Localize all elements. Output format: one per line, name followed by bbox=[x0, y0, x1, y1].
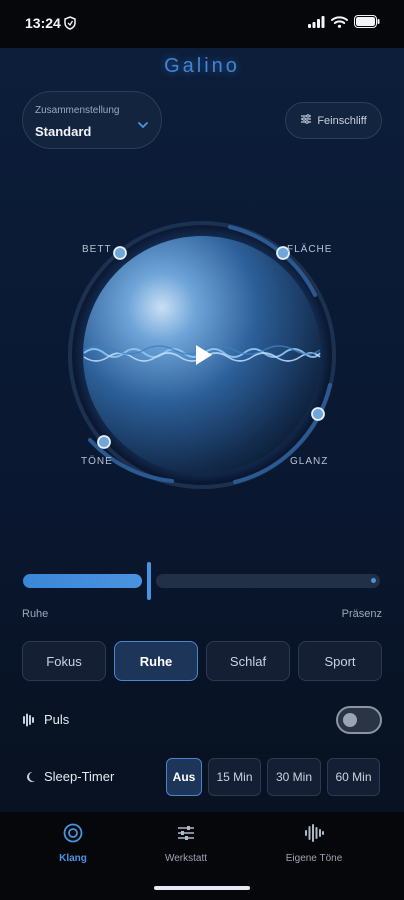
handle-glanz[interactable] bbox=[311, 407, 325, 421]
status-time: 13:24 bbox=[25, 15, 61, 31]
mode-button-ruhe[interactable]: Ruhe bbox=[114, 641, 198, 681]
mode-button-schlaf[interactable]: Schlaf bbox=[206, 641, 290, 681]
signal-icon bbox=[308, 15, 325, 33]
app-screen: 13:24 Galino Zusammenstellung Standard F… bbox=[0, 0, 404, 900]
nav-item-werkstatt[interactable]: Werkstatt bbox=[126, 822, 246, 872]
nav-item-eigene-toene[interactable]: Eigene Töne bbox=[254, 822, 374, 872]
preset-select[interactable]: Zusammenstellung Standard bbox=[22, 91, 162, 149]
timer-option-30[interactable]: 30 Min bbox=[267, 758, 321, 796]
fine-tune-button[interactable]: Feinschliff bbox=[285, 102, 382, 139]
status-bar: 13:24 bbox=[0, 0, 404, 48]
play-icon[interactable] bbox=[190, 342, 216, 368]
slider-label-ruhe: Ruhe bbox=[22, 608, 49, 620]
puls-toggle[interactable] bbox=[336, 706, 382, 734]
nav-label-werkstatt: Werkstatt bbox=[164, 853, 208, 864]
handle-toene[interactable] bbox=[97, 435, 111, 449]
mode-button-fokus[interactable]: Fokus bbox=[22, 641, 106, 681]
moon-icon bbox=[25, 770, 36, 788]
timer-option-60[interactable]: 60 Min bbox=[327, 758, 380, 796]
orb-label-toene: TÖNE bbox=[81, 456, 113, 467]
mode-selector: Fokus Ruhe Schlaf Sport bbox=[22, 641, 382, 681]
status-icons bbox=[308, 15, 380, 33]
waveform-icon bbox=[254, 822, 374, 849]
slider-label-praesenz: Präsenz bbox=[341, 608, 382, 620]
puls-label: Puls bbox=[44, 712, 70, 727]
ruhe-praesenz-slider[interactable] bbox=[22, 560, 382, 600]
app-title: Galino bbox=[164, 55, 240, 77]
shield-icon bbox=[64, 16, 76, 35]
sleep-timer-label: Sleep-Timer bbox=[44, 769, 115, 784]
timer-option-aus[interactable]: Aus bbox=[166, 758, 202, 796]
nav-label-eigene-toene: Eigene Töne bbox=[285, 853, 343, 864]
sleep-timer-options: Aus 15 Min 30 Min 60 Min bbox=[166, 758, 380, 796]
slider-track bbox=[156, 574, 380, 588]
sliders-icon bbox=[126, 822, 246, 849]
puls-row: Puls bbox=[22, 706, 382, 736]
slider-fill bbox=[23, 574, 142, 588]
handle-bett[interactable] bbox=[113, 246, 127, 260]
battery-icon bbox=[354, 15, 380, 33]
pulse-icon bbox=[22, 713, 36, 732]
orb-label-bett: BETT bbox=[82, 244, 112, 255]
fine-tune-label: Feinschliff bbox=[317, 114, 367, 127]
preset-value: Standard bbox=[35, 124, 92, 139]
sleep-timer-row: Sleep-Timer Aus 15 Min 30 Min 60 Min bbox=[22, 758, 382, 796]
mode-button-sport[interactable]: Sport bbox=[298, 641, 382, 681]
target-icon bbox=[13, 822, 133, 849]
orb-label-flaeche: FLÄCHE bbox=[287, 244, 333, 255]
slider-end-dot bbox=[371, 578, 376, 583]
timer-option-15[interactable]: 15 Min bbox=[208, 758, 261, 796]
orb-label-glanz: GLANZ bbox=[290, 456, 329, 467]
wifi-icon bbox=[331, 15, 348, 33]
nav-item-klang[interactable]: Klang bbox=[13, 822, 133, 872]
nav-label-klang: Klang bbox=[59, 853, 87, 864]
toggle-knob bbox=[343, 713, 357, 727]
sliders-icon bbox=[300, 114, 312, 127]
slider-handle[interactable] bbox=[147, 562, 151, 600]
preset-label: Zusammenstellung bbox=[35, 105, 120, 116]
home-indicator bbox=[154, 886, 250, 890]
chevron-down-icon bbox=[137, 116, 149, 134]
